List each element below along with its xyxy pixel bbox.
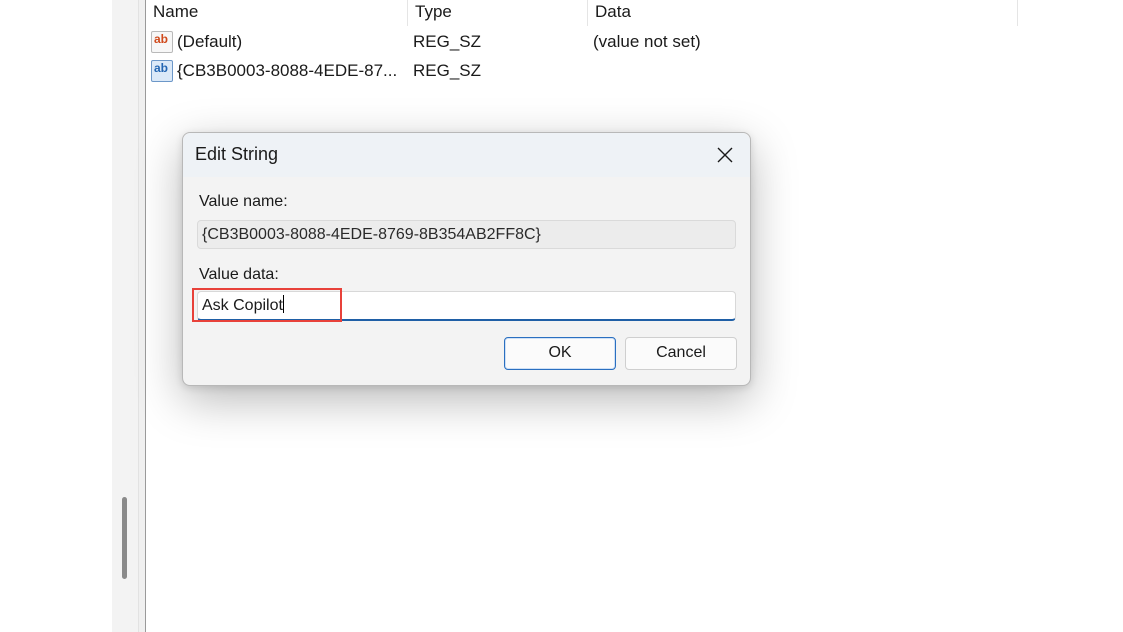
value-name-field[interactable]: {CB3B0003-8088-4EDE-8769-8B354AB2FF8C} [197, 220, 736, 249]
list-item-cb3b0003[interactable]: ab {CB3B0003-8088-4EDE-87... REG_SZ [146, 57, 1026, 85]
ok-button[interactable]: OK [504, 337, 616, 370]
value-data-label: Value data: [199, 266, 279, 283]
value-type: REG_SZ [413, 32, 482, 51]
value-name-label: Value name: [199, 193, 288, 210]
registry-tree-pane[interactable] [0, 0, 112, 632]
column-header-type[interactable]: Type [408, 0, 588, 26]
list-item-default[interactable]: ab (Default) REG_SZ (value not set) [146, 28, 1026, 56]
value-name: {CB3B0003-8088-4EDE-87... [177, 61, 398, 80]
tree-vertical-scrollbar[interactable] [112, 0, 138, 632]
edit-string-dialog: Edit String Value name: {CB3B0003-8088-4… [182, 132, 751, 386]
close-button[interactable] [706, 137, 744, 173]
column-header-name[interactable]: Name [146, 0, 408, 26]
value-data: (value not set) [593, 32, 701, 51]
value-name: (Default) [177, 32, 243, 51]
dialog-title: Edit String [195, 144, 279, 164]
close-icon [717, 147, 733, 163]
string-value-icon-selected: ab [151, 60, 173, 82]
value-type: REG_SZ [413, 61, 482, 80]
annotation-highlight-box [192, 288, 342, 322]
pane-splitter[interactable] [138, 0, 146, 632]
scrollbar-thumb[interactable] [122, 497, 127, 579]
dialog-titlebar[interactable]: Edit String [183, 133, 750, 177]
cancel-button[interactable]: Cancel [625, 337, 737, 370]
string-value-icon: ab [151, 31, 173, 53]
column-header-data[interactable]: Data [588, 0, 1018, 26]
